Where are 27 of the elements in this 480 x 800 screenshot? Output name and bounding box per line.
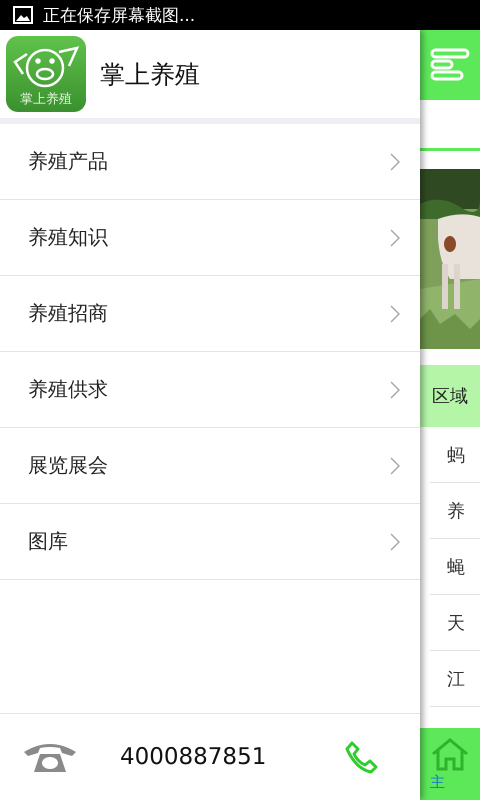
menu-icon[interactable] [430, 48, 470, 82]
chevron-icon [390, 228, 400, 246]
phone-number: 4000887851 [120, 744, 268, 770]
notification-text: 正在保存屏幕截图... [43, 4, 196, 26]
image-icon [13, 6, 33, 24]
list-item[interactable]: 养 [430, 483, 480, 539]
menu-item[interactable]: 养殖招商 [0, 276, 420, 352]
list-item[interactable]: 江 [430, 651, 480, 707]
chevron-icon [390, 380, 400, 398]
call-icon[interactable] [344, 739, 380, 775]
chevron-icon [390, 532, 400, 550]
pig-icon [13, 44, 79, 90]
chevron-icon [390, 456, 400, 474]
menu-item[interactable]: 养殖供求 [0, 352, 420, 428]
app-title: 掌上养殖 [100, 58, 200, 90]
menu-item[interactable]: 养殖产品 [0, 124, 420, 200]
section-header: 区域 [420, 365, 480, 427]
list-item[interactable]: 蝇 [430, 539, 480, 595]
home-icon [430, 736, 470, 770]
chevron-icon [390, 152, 400, 170]
list-item[interactable]: 天 [430, 595, 480, 651]
menu-item[interactable]: 展览展会 [0, 428, 420, 504]
logo-text: 掌上养殖 [20, 91, 72, 108]
menu-item[interactable]: 养殖知识 [0, 200, 420, 276]
chevron-icon [390, 304, 400, 322]
list-item[interactable]: 蚂 [430, 427, 480, 483]
menu-item[interactable]: 图库 [0, 504, 420, 580]
